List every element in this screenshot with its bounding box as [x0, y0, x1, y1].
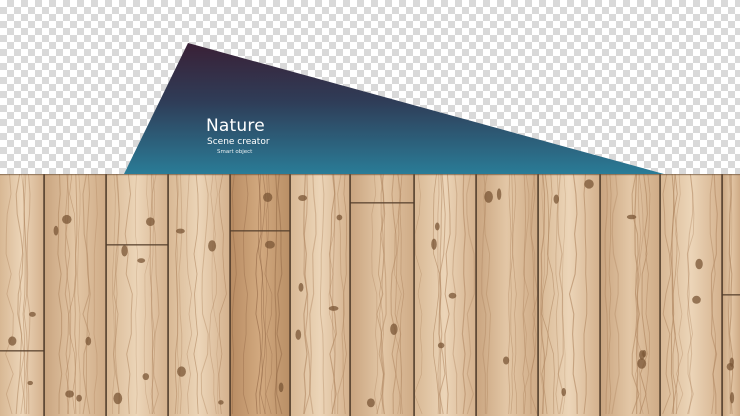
plank-group	[0, 174, 740, 416]
brand-tag: Smart object	[217, 149, 253, 155]
brand-title: Nature	[206, 116, 265, 136]
brand-block: Nature Scene creator Smart object	[206, 118, 270, 156]
brand-subtitle: Scene creator	[207, 137, 270, 147]
wood-plank-floor	[0, 174, 740, 416]
